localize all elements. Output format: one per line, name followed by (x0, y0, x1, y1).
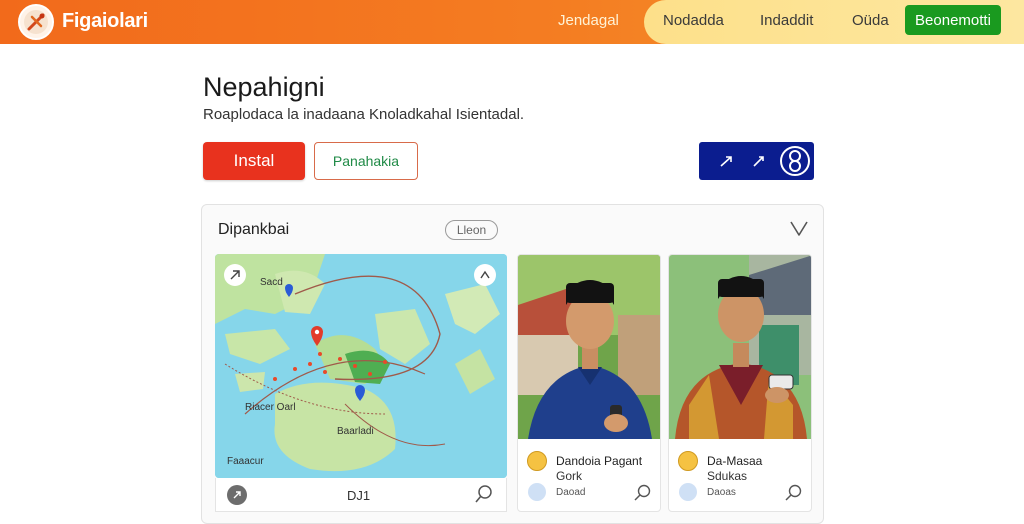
person-name-1: Dandoia Pagant (556, 454, 643, 468)
nav-link-4[interactable]: Oüda (852, 12, 889, 29)
person-role-1: Gork (556, 469, 583, 483)
header-cta-button[interactable]: Beonemotti (905, 5, 1001, 35)
avatar (678, 451, 698, 471)
map-label-3: Baarladi (337, 426, 374, 437)
map-label-4: Faaacur (227, 456, 264, 467)
search-icon[interactable] (474, 484, 494, 504)
nav-link-3[interactable]: Indaddit (760, 12, 813, 29)
top-navigation-bar: Figaiolari Jendagal Nodadda Indaddit Oü… (0, 0, 1024, 44)
map-label-2: Riacer Oarl (245, 402, 296, 413)
person-name-2: Da-Masaa (707, 454, 763, 468)
avatar-small (679, 483, 697, 501)
nav-link-2[interactable]: Nodadda (663, 12, 724, 29)
nav-link-1[interactable]: Jendagal (558, 12, 619, 29)
person-role-2: Sdukas (707, 469, 748, 483)
brand-logo-icon[interactable] (18, 4, 54, 40)
card-badge[interactable]: Lleon (445, 220, 498, 240)
secondary-button[interactable]: Panahakia (314, 142, 418, 180)
page-subtitle: Roaplodaca la inadaana Knoladkahal Isien… (203, 106, 525, 123)
avatar-small (528, 483, 546, 501)
person-card-2[interactable]: Da-Masaa Sdukas Daoas (668, 254, 812, 512)
search-icon[interactable] (785, 484, 803, 502)
person-meta-2: Daoas (707, 487, 736, 498)
circle-x-icon (780, 146, 810, 176)
share-actions-button[interactable] (699, 142, 814, 180)
search-icon[interactable] (634, 484, 652, 502)
location-icon[interactable] (226, 484, 248, 506)
map-footer-label: DJ1 (347, 488, 371, 503)
person-meta-1: Daoad (556, 487, 586, 498)
map-panel[interactable]: Sacd Riacer Oarl Baarladi Faaacur (215, 254, 507, 478)
page-title: Nepahigni (203, 72, 325, 102)
map-footer: DJ1 (215, 478, 507, 512)
favorite-icon[interactable] (789, 219, 809, 237)
person-photo-2 (669, 255, 811, 439)
person-card-1[interactable]: Dandoia Pagant Gork Daoad (517, 254, 661, 512)
share-icon (753, 156, 764, 167)
brand-name[interactable]: Figaiolari (62, 10, 148, 33)
person-photo-1 (518, 255, 660, 439)
install-button[interactable]: Instal (203, 142, 305, 180)
arrow-icon (720, 156, 732, 167)
card-title: Dipankbai (218, 221, 290, 238)
avatar (527, 451, 547, 471)
map-label-1: Sacd (260, 277, 283, 288)
